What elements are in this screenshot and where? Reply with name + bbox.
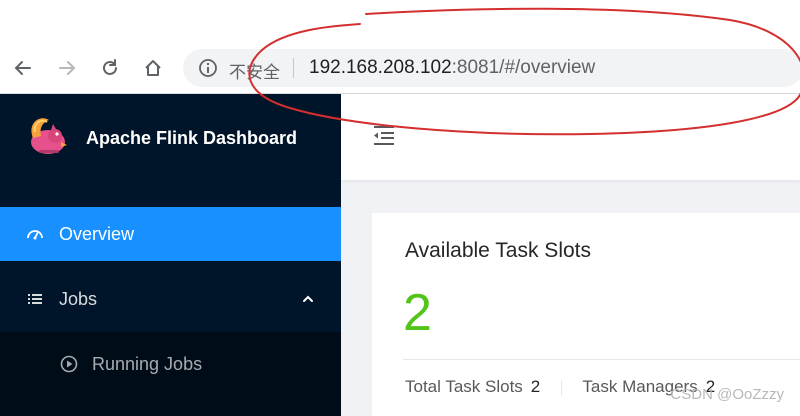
home-button[interactable] — [141, 56, 165, 80]
dashboard-icon — [27, 230, 43, 240]
home-icon — [145, 60, 161, 76]
sidebar-item-label: Jobs — [59, 288, 98, 309]
sidebar-item-overview[interactable]: Overview — [0, 207, 341, 261]
chevron-up-icon — [303, 295, 313, 302]
card-title: Available Task Slots — [405, 239, 591, 262]
menu-fold-icon[interactable] — [372, 124, 396, 146]
sidebar-item-label: Overview — [59, 223, 135, 244]
url-host: 192.168.208.102 — [309, 57, 452, 78]
forward-arrow-icon — [59, 61, 76, 75]
sidebar-item-running-jobs[interactable]: Running Jobs — [0, 337, 341, 391]
back-arrow-icon — [14, 61, 31, 75]
card-stats: Total Task Slots 2 Task Managers 2 — [405, 377, 715, 397]
logo-area: Apache Flink Dashboard — [0, 94, 341, 207]
main-header — [341, 94, 800, 180]
watermark: CSDN @OoZzzy — [670, 386, 784, 403]
forward-button[interactable] — [55, 56, 79, 80]
list-icon — [28, 294, 42, 304]
brand-title: Apache Flink Dashboard — [86, 128, 298, 148]
info-icon[interactable] — [198, 58, 218, 78]
total-slots-label: Total Task Slots — [405, 377, 523, 396]
sidebar-item-jobs[interactable]: Jobs — [0, 272, 341, 326]
url-path: :8081/#/overview — [451, 57, 596, 78]
play-circle-icon — [60, 355, 78, 373]
browser-toolbar: 不安全 192.168.208.102:8081/#/overview — [0, 0, 800, 94]
flink-squirrel-logo — [31, 118, 67, 154]
available-slots-value: 2 — [403, 284, 432, 342]
reload-button[interactable] — [98, 56, 122, 80]
reload-icon — [103, 59, 117, 75]
total-slots-value: 2 — [530, 377, 541, 396]
sidebar-item-label: Running Jobs — [92, 353, 203, 374]
sidebar: Apache Flink Dashboard Overview Jobs Run… — [0, 94, 341, 416]
card-divider — [403, 359, 800, 360]
back-button[interactable] — [11, 56, 35, 80]
url-text[interactable]: 192.168.208.102:8081/#/overview — [309, 57, 595, 79]
main-content: Available Task Slots 2 Total Task Slots 2… — [341, 94, 800, 416]
address-separator — [293, 58, 294, 78]
security-status[interactable]: 不安全 — [229, 58, 280, 83]
stat-divider — [561, 379, 562, 396]
